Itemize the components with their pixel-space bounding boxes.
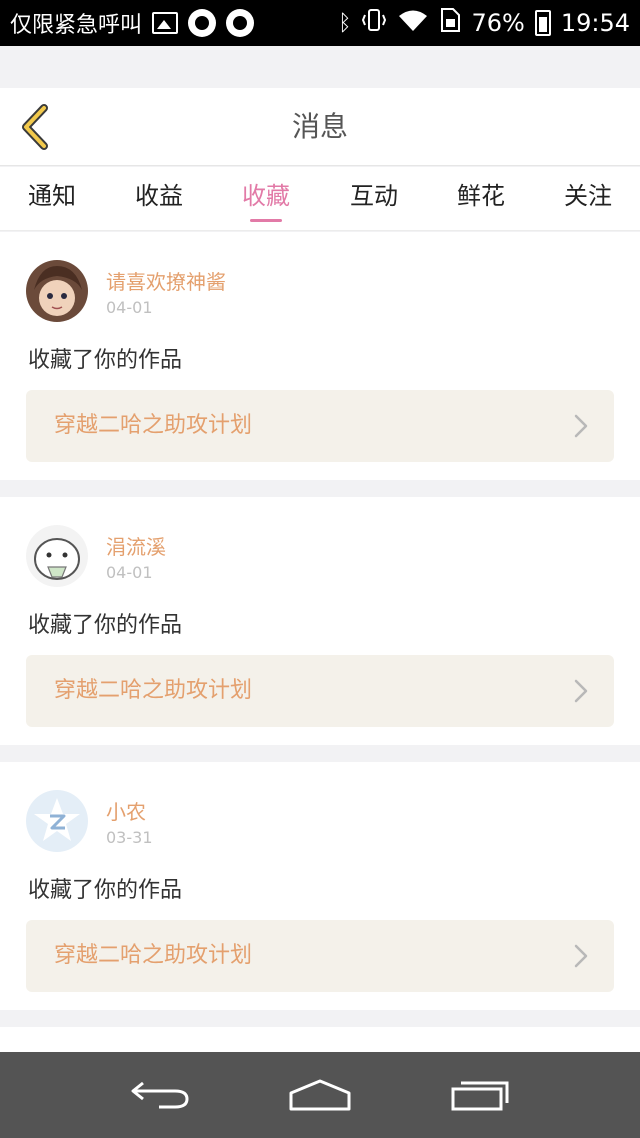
- avatar[interactable]: [26, 525, 88, 587]
- chevron-right-icon: [574, 414, 588, 438]
- clock: 19:54: [560, 9, 630, 37]
- username[interactable]: 涓流溪: [106, 531, 166, 560]
- page-title: 消息: [291, 110, 348, 143]
- message-card: 请喜欢撩神酱 04-01 收藏了你的作品 穿越二哈之助攻计划: [0, 232, 640, 480]
- message-date: 03-31: [106, 828, 153, 847]
- chevron-right-icon: [574, 679, 588, 703]
- home-icon: [289, 1079, 351, 1111]
- work-link[interactable]: 穿越二哈之助攻计划: [26, 920, 614, 992]
- message-text: 收藏了你的作品: [28, 348, 183, 373]
- tab-follow[interactable]: 关注: [548, 167, 628, 231]
- work-title: 穿越二哈之助攻计划: [54, 413, 253, 438]
- work-title: 穿越二哈之助攻计划: [54, 678, 253, 703]
- username[interactable]: 小农: [106, 796, 146, 825]
- username[interactable]: 请喜欢撩神酱: [106, 266, 226, 295]
- tab-flowers[interactable]: 鲜花: [441, 167, 521, 231]
- message-date: 04-01: [106, 298, 153, 317]
- nav-recents-button[interactable]: [445, 1070, 515, 1120]
- message-card-partial: [0, 1027, 640, 1052]
- image-icon: [152, 12, 179, 34]
- status-bar: 仅限紧急呼叫 ᛒ 76% 19:54: [0, 0, 640, 46]
- tab-earnings[interactable]: 收益: [119, 167, 199, 231]
- work-link[interactable]: 穿越二哈之助攻计划: [26, 390, 614, 462]
- wifi-icon: [397, 7, 429, 39]
- message-date: 04-01: [106, 563, 153, 582]
- message-card: 小农 03-31 收藏了你的作品 穿越二哈之助攻计划: [0, 762, 640, 1010]
- tab-notice[interactable]: 通知: [12, 167, 92, 231]
- message-text: 收藏了你的作品: [28, 878, 183, 903]
- q-app-icon: [188, 9, 217, 37]
- header: 消息: [0, 88, 640, 166]
- active-tab-indicator: [250, 219, 282, 222]
- nav-home-button[interactable]: [285, 1070, 355, 1120]
- bluetooth-icon: ᛒ: [338, 10, 352, 36]
- sim-icon: [439, 7, 461, 39]
- work-title: 穿越二哈之助攻计划: [54, 943, 253, 968]
- battery-percent: 76%: [471, 9, 525, 37]
- nav-back-button[interactable]: [125, 1070, 195, 1120]
- recents-icon: [451, 1081, 509, 1111]
- q-app-icon: [226, 9, 255, 37]
- chevron-right-icon: [574, 944, 588, 968]
- carrier-text: 仅限紧急呼叫: [10, 13, 143, 38]
- avatar[interactable]: [26, 260, 88, 322]
- back-icon: [131, 1081, 189, 1109]
- vibrate-icon: [361, 7, 387, 39]
- message-text: 收藏了你的作品: [28, 613, 183, 638]
- work-link[interactable]: 穿越二哈之助攻计划: [26, 655, 614, 727]
- tab-interaction[interactable]: 互动: [334, 167, 414, 231]
- system-nav-bar: [0, 1052, 640, 1138]
- battery-icon: [534, 10, 551, 36]
- tab-bar: 通知 收益 收藏 互动 鲜花 关注: [0, 167, 640, 231]
- message-card: 涓流溪 04-01 收藏了你的作品 穿越二哈之助攻计划: [0, 497, 640, 745]
- avatar[interactable]: [26, 790, 88, 852]
